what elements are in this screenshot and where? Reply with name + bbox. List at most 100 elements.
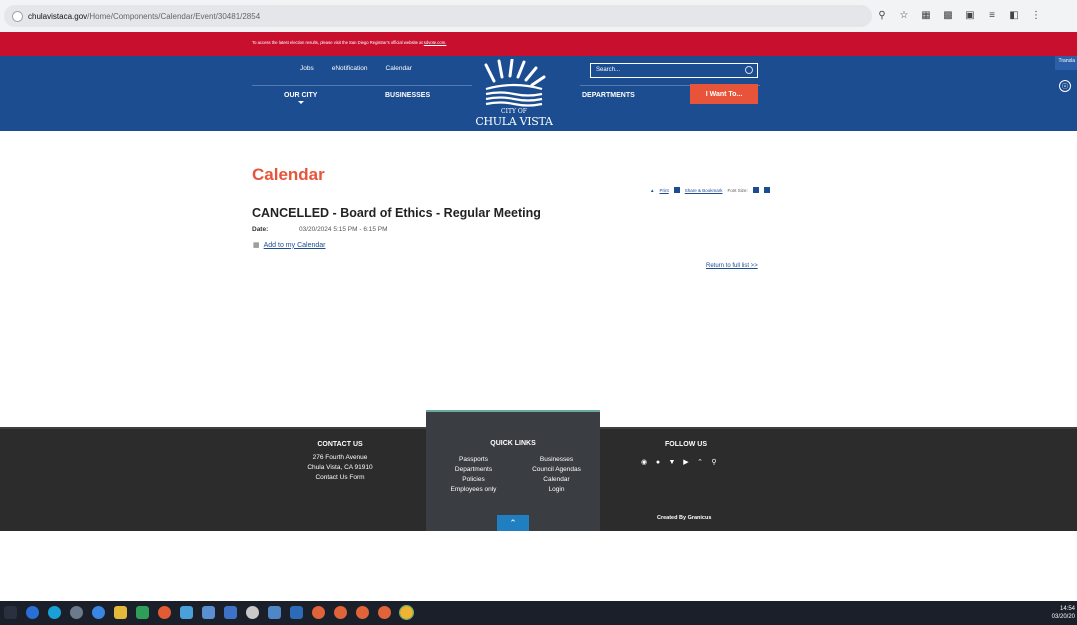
file-explorer-icon[interactable] — [114, 606, 127, 619]
nav-businesses-label: BUSINESSES — [385, 92, 431, 99]
contact-section: CONTACT US 276 Fourth Avenue Chula Vista… — [290, 440, 390, 483]
print-link[interactable]: Print — [659, 188, 668, 193]
logo-chula-vista: CHULA VISTA — [475, 115, 553, 128]
add-to-calendar[interactable]: ▦ Add to my Calendar — [253, 241, 326, 250]
app-icon[interactable] — [70, 606, 83, 619]
system-clock[interactable]: 14:54 03/20/20 — [1052, 605, 1075, 621]
alert-banner: To access the latest election results, p… — [0, 32, 1077, 56]
nav-our-city-label: OUR CITY — [284, 92, 318, 99]
back-to-top-button[interactable]: ⌃ — [497, 515, 529, 531]
facebook-icon[interactable]: ● — [654, 458, 662, 466]
add-to-calendar-link[interactable]: Add to my Calendar — [264, 242, 326, 249]
quick-link-passports[interactable]: Passports — [432, 455, 515, 465]
search-input[interactable]: Search... — [590, 63, 758, 78]
menu-icon[interactable]: ⋮ — [1030, 8, 1042, 22]
clock-date: 03/20/20 — [1051, 614, 1075, 620]
quick-links-title: QUICK LINKS — [490, 440, 536, 447]
translate-button[interactable]: Transla — [1055, 56, 1077, 70]
app-icon[interactable] — [268, 606, 281, 619]
cortana-icon[interactable] — [26, 606, 39, 619]
follow-section: FOLLOW US — [636, 440, 736, 453]
bookmark-star-icon[interactable]: ☆ — [898, 8, 910, 22]
search-icon[interactable] — [745, 66, 753, 74]
side-panel-icon[interactable]: ◧ — [1008, 8, 1020, 22]
address-bar[interactable]: chulavistaca.gov/Home/Components/Calenda… — [4, 5, 872, 27]
instagram-icon[interactable]: ◉ — [640, 458, 648, 466]
event-date: Date: 03/20/2024 5:15 PM - 6:15 PM — [252, 226, 388, 233]
quick-link-calendar[interactable]: Calendar — [515, 475, 598, 485]
quick-link-departments[interactable]: Departments — [432, 465, 515, 475]
search-placeholder: Search... — [596, 67, 621, 73]
link-jobs[interactable]: Jobs — [300, 65, 314, 72]
site-header: Jobs eNotification Calendar OUR CITY BUS… — [0, 56, 1077, 131]
media-player-icon[interactable] — [136, 606, 149, 619]
app-icon[interactable] — [290, 606, 303, 619]
app-icon[interactable] — [224, 606, 237, 619]
alert-message: To access the latest election results, p… — [252, 40, 446, 45]
return-to-list-link[interactable]: Return to full list >> — [706, 263, 758, 269]
event-title: CANCELLED - Board of Ethics - Regular Me… — [252, 206, 541, 220]
app-icon[interactable] — [180, 606, 193, 619]
nextdoor-icon[interactable]: ⌃ — [696, 458, 704, 466]
edge-icon[interactable] — [48, 606, 61, 619]
nav-departments-label: DEPARTMENTS — [582, 92, 635, 99]
quick-link-council-agendas[interactable]: Council Agendas — [515, 465, 598, 475]
sun-wave-logo-icon — [484, 58, 546, 107]
zoom-icon[interactable]: ⚲ — [876, 8, 888, 22]
social-links: ◉ ● ▼ ▶ ⌃ ⚲ — [640, 458, 718, 467]
app-icon[interactable] — [246, 606, 259, 619]
extension-icon[interactable]: ▩ — [942, 8, 954, 22]
chrome-icon[interactable] — [334, 606, 347, 619]
city-logo[interactable]: CITY OF CHULA VISTA — [472, 58, 556, 131]
quick-link-businesses[interactable]: Businesses — [515, 455, 598, 465]
chrome-icon[interactable] — [356, 606, 369, 619]
quick-link-policies[interactable]: Policies — [432, 475, 515, 485]
font-size-label: Font Size: — [727, 187, 748, 193]
contact-form-link[interactable]: Contact Us Form — [290, 473, 390, 483]
contact-city: Chula Vista, CA 91910 — [307, 464, 373, 471]
divider — [252, 85, 472, 86]
chrome-icon[interactable] — [378, 606, 391, 619]
browser-toolbar: chulavistaca.gov/Home/Components/Calenda… — [0, 0, 1077, 32]
quick-link-login[interactable]: Login — [515, 485, 598, 495]
browser-actions: ⚲ ☆ ▦ ▩ ▣ ≡ ◧ ⋮ — [876, 8, 1042, 22]
extension-icon[interactable]: ▦ — [920, 8, 932, 22]
print-icon[interactable]: ▲ — [650, 188, 654, 193]
chrome-icon[interactable] — [312, 606, 325, 619]
quick-links: Passports Businesses Departments Council… — [432, 455, 598, 495]
i-want-to-button[interactable]: I Want To... — [690, 84, 758, 104]
share-icon[interactable] — [673, 187, 680, 193]
reading-list-icon[interactable]: ≡ — [986, 8, 998, 22]
chevron-down-icon — [297, 101, 304, 104]
link-calendar[interactable]: Calendar — [386, 65, 412, 72]
twitter-icon[interactable]: ▼ — [668, 458, 676, 466]
clock-time: 14:54 — [1059, 606, 1075, 612]
alert-link[interactable]: sdvote.com. — [424, 40, 447, 45]
url-host: chulavistaca.gov — [28, 11, 88, 21]
site-info-icon[interactable] — [12, 10, 23, 22]
app-icon[interactable] — [202, 606, 215, 619]
date-value: 03/20/2024 5:15 PM - 6:15 PM — [299, 226, 388, 233]
location-pin-icon[interactable]: ⚲ — [710, 458, 718, 466]
youtube-icon[interactable]: ▶ — [682, 458, 690, 466]
app-icon[interactable] — [92, 606, 105, 619]
nav-departments[interactable]: DEPARTMENTS — [582, 92, 635, 99]
logo-city-of: CITY OF — [501, 108, 527, 115]
date-label: Date: — [252, 226, 269, 233]
link-enotification[interactable]: eNotification — [332, 65, 368, 72]
contact-title: CONTACT US — [317, 441, 363, 448]
nav-businesses[interactable]: BUSINESSES — [385, 92, 430, 99]
share-link[interactable]: Share & Bookmark — [685, 188, 723, 193]
font-increase-icon[interactable] — [752, 187, 759, 193]
nav-our-city[interactable]: OUR CITY — [284, 92, 317, 104]
puzzle-icon[interactable]: ▣ — [964, 8, 976, 22]
url-path: /Home/Components/Calendar/Event/30481/28… — [87, 11, 261, 21]
accessibility-icon[interactable]: ☉ — [1059, 80, 1071, 92]
contact-address: 276 Fourth Avenue — [312, 454, 368, 461]
task-view-icon[interactable] — [4, 606, 17, 619]
quick-link-employees-only[interactable]: Employees only — [432, 485, 515, 495]
chrome-icon[interactable] — [399, 605, 414, 620]
created-by-granicus[interactable]: Created By Granicus — [657, 515, 711, 521]
font-decrease-icon[interactable] — [763, 187, 770, 193]
chrome-icon[interactable] — [158, 606, 171, 619]
